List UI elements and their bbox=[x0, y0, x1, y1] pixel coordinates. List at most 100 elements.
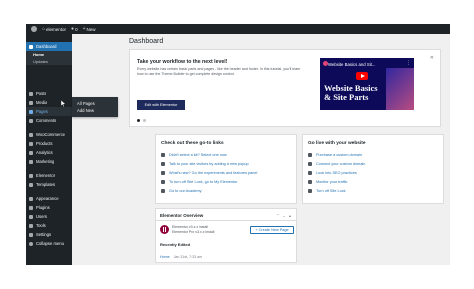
collapse-menu-button[interactable]: Collapse menu bbox=[26, 239, 72, 248]
go-to-links-panel: Check out these go-to links Didn't selec… bbox=[155, 134, 297, 204]
menu-item-pages[interactable]: Pages bbox=[26, 107, 72, 116]
dashboard-icon bbox=[29, 44, 33, 49]
menu-item-tools[interactable]: Tools bbox=[26, 221, 72, 230]
close-icon[interactable]: ✕ bbox=[430, 55, 434, 61]
create-new-page-button[interactable]: + Create New Page bbox=[250, 226, 294, 234]
pages-flyout-menu: All Pages Add New bbox=[72, 97, 118, 117]
home-icon: ⌂ bbox=[42, 25, 46, 32]
flyout-add-new[interactable]: Add New bbox=[72, 107, 118, 114]
admin-sidebar: Dashboard Home Updates Posts Media Pages… bbox=[26, 34, 72, 265]
welcome-heading: Take your workflow to the next level! bbox=[137, 59, 228, 65]
new-content-link[interactable]: + New bbox=[82, 25, 96, 32]
paintbrush-icon bbox=[29, 196, 33, 201]
menu-item-products[interactable]: Products bbox=[26, 139, 72, 148]
tutorial-video-thumbnail[interactable]: Website Basics and Sit... ⋮ Website Basi… bbox=[320, 58, 414, 110]
link-add-popup[interactable]: Talk to your site visitors by adding a n… bbox=[161, 162, 249, 166]
link-academy[interactable]: Go to our Academy bbox=[161, 189, 202, 193]
elementor-overview-widget: Elementor Overview ⌃ ⌄ ▴ Elementor v3.x.… bbox=[155, 208, 297, 263]
comments-link[interactable]: ● 0 bbox=[71, 25, 78, 32]
welcome-description: Every website has certain basic parts an… bbox=[137, 67, 301, 76]
cart-icon bbox=[308, 153, 312, 157]
lock-icon bbox=[308, 189, 312, 193]
carousel-dot[interactable] bbox=[143, 119, 146, 122]
more-options-icon[interactable]: ⋮ bbox=[406, 60, 411, 66]
go-live-panel: Go live with your website Purchase a cus… bbox=[302, 134, 444, 204]
collapse-icon bbox=[29, 241, 33, 246]
pin-icon bbox=[29, 91, 33, 96]
go-to-links-heading: Check out these go-to links bbox=[161, 141, 224, 146]
users-icon bbox=[29, 214, 33, 219]
wrench-icon bbox=[29, 223, 33, 228]
recent-item-link[interactable]: Home bbox=[160, 255, 170, 259]
divider bbox=[156, 220, 296, 221]
site-name-link[interactable]: ⌂ elementor bbox=[42, 25, 67, 32]
carousel-dot-active[interactable] bbox=[137, 119, 140, 122]
wordpress-logo-icon[interactable] bbox=[31, 26, 37, 32]
mouse-pointer-icon bbox=[61, 100, 66, 107]
elementor-logo-icon bbox=[160, 225, 169, 234]
link-site-lock[interactable]: To turn off Site Lock, go to My Elemento… bbox=[161, 180, 238, 184]
plus-icon: + bbox=[82, 25, 86, 32]
menu-item-users[interactable]: Users bbox=[26, 212, 72, 221]
plugin-icon bbox=[29, 205, 33, 210]
widget-controls-icon[interactable]: ⌃ ⌄ ▴ bbox=[276, 213, 292, 218]
link-turn-off-lock[interactable]: Turn off Site Lock bbox=[308, 189, 346, 193]
flask-icon bbox=[161, 171, 165, 175]
recent-item: Home Jan 31st, 7:33 am bbox=[160, 255, 202, 259]
link-experiments[interactable]: What's new? Go the experiments and featu… bbox=[161, 171, 257, 175]
recently-edited-heading: Recently Edited bbox=[160, 242, 191, 247]
kit-icon bbox=[161, 153, 165, 157]
submenu-updates[interactable]: Updates bbox=[26, 58, 72, 65]
edit-with-elementor-button[interactable]: Edit with Elementor bbox=[137, 100, 185, 110]
chart-icon bbox=[308, 180, 312, 184]
elementor-pro-version: Elementor Pro v3.x.x install bbox=[172, 230, 215, 234]
megaphone-icon bbox=[29, 159, 33, 164]
youtube-play-icon[interactable] bbox=[356, 72, 368, 80]
comments-count: 0 bbox=[75, 26, 78, 32]
go-live-heading: Go live with your website bbox=[308, 141, 366, 146]
menu-item-dashboard[interactable]: Dashboard bbox=[26, 42, 72, 51]
submenu-home[interactable]: Home bbox=[26, 51, 72, 58]
archive-icon bbox=[29, 141, 33, 146]
overview-heading: Elementor Overview bbox=[160, 213, 204, 218]
wp-admin-window: ⌂ elementor ● 0 + New Dashboard Home Upd… bbox=[26, 24, 450, 265]
popup-icon bbox=[161, 162, 165, 166]
comment-icon bbox=[29, 118, 33, 123]
menu-item-appearance[interactable]: Appearance bbox=[26, 194, 72, 203]
menu-item-plugins[interactable]: Plugins bbox=[26, 203, 72, 212]
chart-bar-icon bbox=[29, 150, 33, 155]
menu-item-analytics[interactable]: Analytics bbox=[26, 148, 72, 157]
menu-item-woocommerce[interactable]: WooCommerce bbox=[26, 130, 72, 139]
menu-item-settings[interactable]: Settings bbox=[26, 230, 72, 239]
link-purchase-domain[interactable]: Purchase a custom domain bbox=[308, 153, 362, 157]
recent-item-date: Jan 31st, 7:33 am bbox=[173, 255, 203, 259]
page-icon bbox=[29, 109, 33, 114]
page-title: Dashboard bbox=[129, 38, 164, 45]
academy-icon bbox=[161, 189, 165, 193]
link-seo[interactable]: Look into SEO practices bbox=[308, 171, 357, 175]
woocommerce-icon bbox=[29, 132, 33, 137]
menu-item-templates[interactable]: Templates bbox=[26, 180, 72, 189]
link-connect-domain[interactable]: Connect your custom domain bbox=[308, 162, 365, 166]
menu-item-marketing[interactable]: Marketing bbox=[26, 157, 72, 166]
link-icon bbox=[308, 162, 312, 166]
menu-item-posts[interactable]: Posts bbox=[26, 89, 72, 98]
video-title: Website Basics and Sit... bbox=[328, 62, 376, 67]
folder-icon bbox=[29, 182, 33, 187]
lock-icon bbox=[161, 180, 165, 184]
menu-item-elementor[interactable]: Elementor bbox=[26, 171, 72, 180]
link-traffic[interactable]: Monitor your traffic bbox=[308, 180, 347, 184]
menu-item-comments[interactable]: Comments bbox=[26, 116, 72, 125]
welcome-panel: ✕ Take your workflow to the next level! … bbox=[129, 49, 441, 127]
site-name: elementor bbox=[46, 26, 67, 32]
elementor-version: Elementor v3.x.x install bbox=[172, 225, 208, 229]
video-overlay-text: Website Basics & Site Parts bbox=[324, 83, 378, 102]
link-select-kit[interactable]: Didn't select a kit? Select one now bbox=[161, 153, 227, 157]
flyout-all-pages[interactable]: All Pages bbox=[72, 100, 118, 107]
comment-icon: ● bbox=[71, 25, 75, 32]
admin-bar: ⌂ elementor ● 0 + New bbox=[26, 24, 450, 34]
video-artwork bbox=[386, 68, 414, 110]
new-label: New bbox=[86, 26, 96, 32]
search-icon bbox=[308, 171, 312, 175]
carousel-dots bbox=[137, 119, 146, 122]
